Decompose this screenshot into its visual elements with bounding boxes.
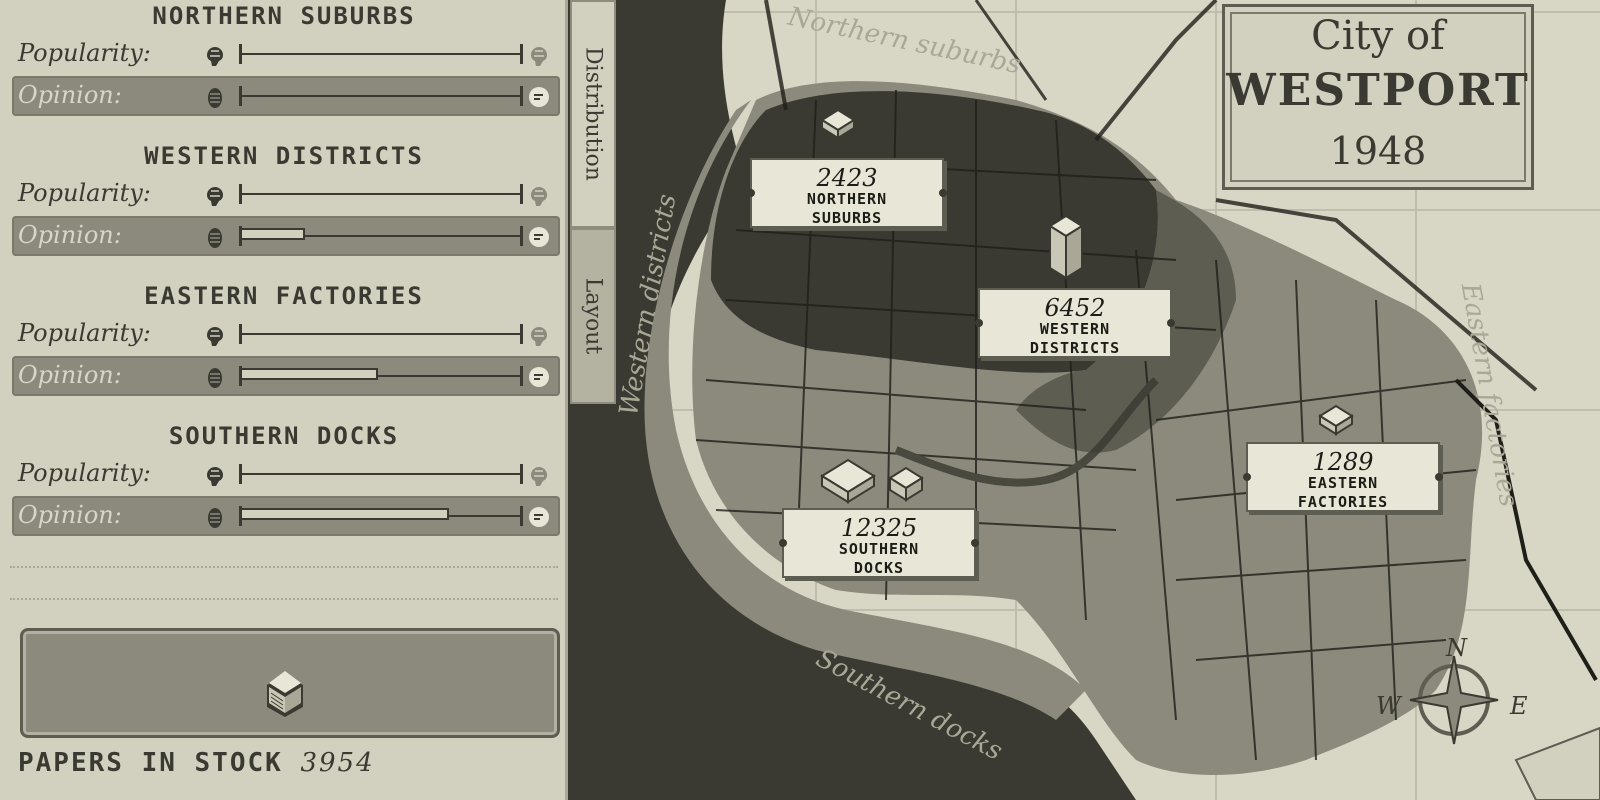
title-city: WESTPORT [1226,65,1530,116]
popularity-label: Popularity: [18,39,151,67]
newspaper-stack-icon [888,466,924,502]
popularity-slider[interactable] [239,464,523,484]
brain-full-icon [530,327,548,346]
brain-full-icon [530,47,548,66]
plaque-name-line2: FACTORIES [1297,493,1389,511]
plaque-count: 6452 [1044,294,1106,322]
plaque-name-line1: WESTERN [1039,320,1111,338]
popularity-slider[interactable] [239,324,523,344]
thumbs-icon [529,367,549,387]
divider [10,566,558,568]
newspaper-stack-icon [820,108,856,140]
plaque-name-line2: SUBURBS [811,209,883,227]
plaque-pin-icon [971,539,979,547]
plaque-pin-icon [939,189,947,197]
title-year: 1948 [1329,129,1427,173]
opinion-row: Opinion: [12,216,560,256]
popularity-label: Popularity: [18,319,151,347]
newspaper-stack-icon [1318,404,1354,436]
popularity-slider[interactable] [239,44,523,64]
opinion-label: Opinion: [18,361,122,389]
plaque-pin-icon [1435,473,1443,481]
district-plaque-western[interactable]: 6452 WESTERN DISTRICTS [975,288,1175,358]
hand-icon [208,508,222,528]
opinion-label: Opinion: [18,501,122,529]
tab-distribution[interactable]: Distribution [570,0,616,228]
opinion-label: Opinion: [18,221,122,249]
thumbs-icon [529,87,549,107]
stock-value: 3954 [300,748,375,778]
hand-icon [208,228,222,248]
brain-full-icon [530,467,548,486]
plaque-count: 12325 [840,514,918,542]
city-map: Northern suburbs Western districts Easte… [614,0,1600,800]
opinion-fill [240,508,449,520]
plaque-name-line2: DISTRICTS [1029,339,1121,357]
plaque-pin-icon [1243,473,1251,481]
plaque-count: 2423 [816,164,878,192]
plaque-pin-icon [779,539,787,547]
popularity-label: Popularity: [18,179,151,207]
thumbs-icon [529,507,549,527]
plaque-name-line1: NORTHERN [806,190,888,208]
district-plaque-southern[interactable]: 12325 SOUTHERN DOCKS [779,508,979,578]
hand-icon [208,368,222,388]
brain-full-icon [530,187,548,206]
divider [10,598,558,600]
brain-icon [206,47,224,66]
plaque-name-line2: DOCKS [853,559,905,577]
hand-icon [208,88,222,108]
stock-readout: PAPERS IN STOCK 3954 [18,748,375,778]
newspaper-stack-icon [267,671,303,717]
popularity-label: Popularity: [18,459,151,487]
thumbs-icon [529,227,549,247]
region-title: NORTHERN SUBURBS [152,2,416,30]
region-title: WESTERN DISTRICTS [144,142,424,170]
opinion-slider[interactable] [239,86,523,106]
compass-w: W [1376,692,1401,720]
popularity-slider[interactable] [239,184,523,204]
opinion-row: Opinion: [12,496,560,536]
title-top: City of [1311,13,1445,59]
stock-drop-zone[interactable] [20,628,560,738]
district-plaque-eastern[interactable]: 1289 EASTERN FACTORIES [1243,442,1443,512]
plaque-name-line1: SOUTHERN [838,540,920,558]
district-plaque-northern[interactable]: 2423 NORTHERN SUBURBS [747,158,947,228]
stock-label: PAPERS IN STOCK [18,748,283,778]
newspaper-stack-icon [1048,214,1084,280]
opinion-fill [240,228,305,240]
opinion-slider[interactable] [239,226,523,246]
newspaper-stack-icon [820,458,876,504]
opinion-slider[interactable] [239,366,523,386]
brain-icon [206,467,224,486]
compass-n: N [1446,634,1467,662]
opinion-row: Opinion: [12,76,560,116]
tab-layout-label: Layout [580,277,606,355]
compass-e: E [1510,692,1528,720]
opinion-fill [240,368,378,380]
plaque-name-line1: EASTERN [1307,474,1379,492]
region-title: EASTERN FACTORIES [144,282,424,310]
opinion-slider[interactable] [239,506,523,526]
plaque-pin-icon [975,319,983,327]
popularity-row: Popularity: [12,34,560,74]
popularity-row: Popularity: [12,454,560,494]
tab-distribution-label: Distribution [580,47,606,181]
opinion-label: Opinion: [18,81,122,109]
map-title-card: City of WESTPORT 1948 [1222,4,1534,190]
brain-icon [206,327,224,346]
popularity-row: Popularity: [12,174,560,214]
plaque-pin-icon [1167,319,1175,327]
plaque-pin-icon [747,189,755,197]
opinion-row: Opinion: [12,356,560,396]
plaque-count: 1289 [1312,448,1374,476]
region-title: SOUTHERN DOCKS [168,422,400,450]
popularity-row: Popularity: [12,314,560,354]
region-panel: NORTHERN SUBURBS Popularity: Opinion: WE… [0,0,568,800]
brain-icon [206,187,224,206]
tab-layout[interactable]: Layout [570,228,616,404]
